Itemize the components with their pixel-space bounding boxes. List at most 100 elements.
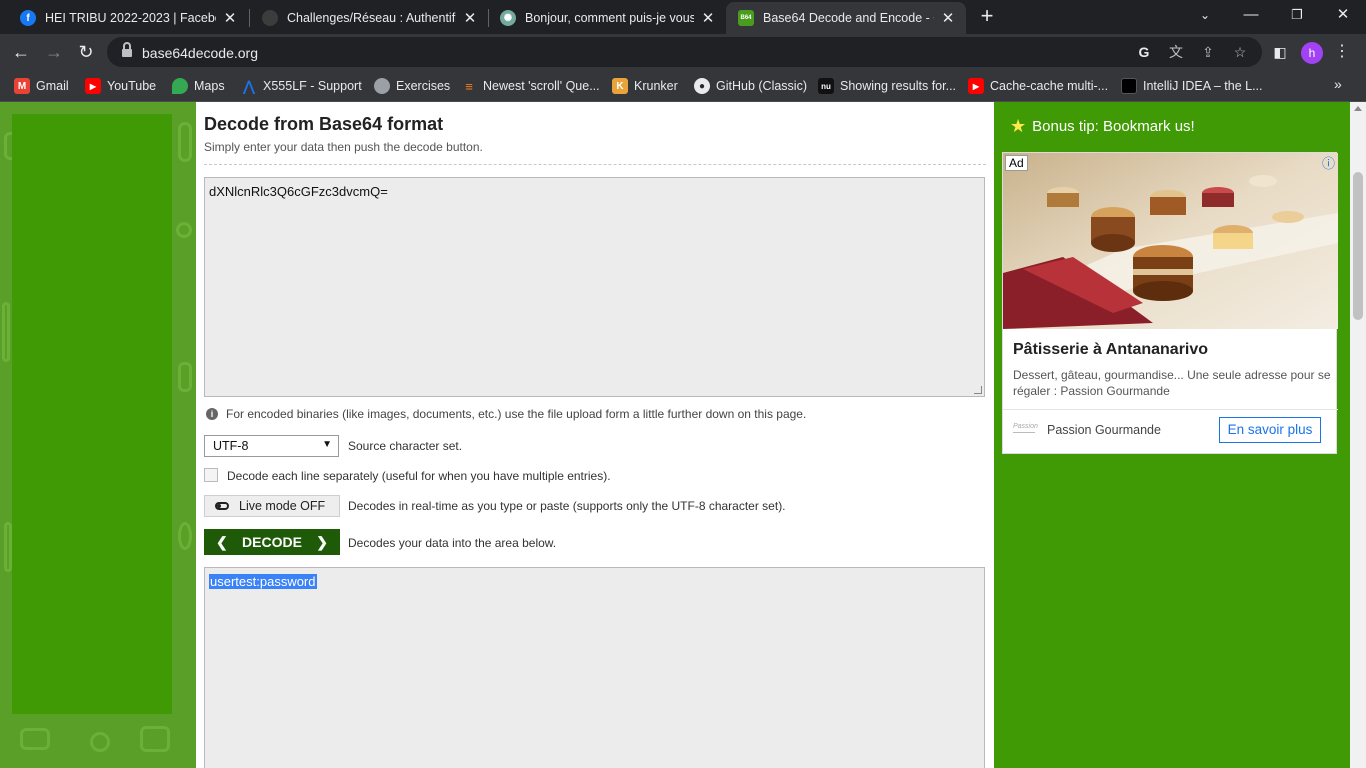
bookmark-label: Exercises [396,79,451,93]
bookmark-asus-support[interactable]: ⋀ X555LF - Support [241,76,362,96]
bookmark-github[interactable]: ● GitHub (Classic) [694,76,807,96]
profile-avatar[interactable]: h [1301,42,1323,64]
bookmark-label: Showing results for... [840,79,957,93]
minimize-icon[interactable]: — [1241,4,1261,26]
tab-title: Bonjour, comment puis-je vous a [525,11,694,25]
chevron-down-icon: ▼ [322,439,332,450]
forward-icon[interactable]: → [42,40,66,64]
bookmark-label: Gmail [36,79,69,93]
live-mode-toggle[interactable]: Live mode OFF [204,495,340,517]
bookmark-label: YouTube [107,79,157,93]
stackoverflow-icon: ≡ [465,78,473,94]
web-page: Decode from Base64 format Simply enter y… [0,102,1366,768]
bookmark-star-icon[interactable]: ☆ [1232,44,1248,60]
close-tab-icon[interactable]: ✕ [222,9,238,27]
bookmark-maps[interactable]: Maps [172,76,225,96]
google-lens-icon[interactable]: G [1136,44,1152,60]
checkbox-label[interactable]: Decode each line separately (useful for … [227,469,611,483]
address-bar[interactable]: base64decode.org G 文 ⇪ ☆ [107,37,1262,67]
facebook-icon: f [20,10,36,26]
tab-rootme[interactable]: Challenges/Réseau : Authentificat ✕ [250,2,488,34]
maps-icon [172,78,188,94]
close-window-icon[interactable]: ✕ [1333,4,1353,26]
output-text-selected[interactable]: usertest:password [209,574,317,589]
chevron-left-icon: ❮ [216,533,228,550]
base64-icon: B64 [738,10,754,26]
bookmark-intellij[interactable]: IntelliJ IDEA – the L... [1121,76,1263,96]
sidebar-ad[interactable]: Ad ⓘ Pâtisserie à Antananarivo Dessert, … [1002,152,1338,454]
bookmark-label: Newest 'scroll' Que... [483,79,600,93]
tab-title: HEI TRIBU 2022-2023 | Facebook [45,11,216,25]
info-icon: i [206,408,218,420]
decode-button[interactable]: ❮ DECODE ❯ [204,529,340,555]
pastry-image[interactable]: Ad ⓘ [1003,153,1338,329]
gmail-icon: M [14,78,30,94]
ad-title[interactable]: Pâtisserie à Antananarivo [1013,341,1208,359]
more-bookmarks-icon[interactable]: » [1334,76,1342,92]
brand-logo: Passion [1013,423,1038,433]
scroll-up-icon[interactable] [1354,106,1362,111]
decode-lines-checkbox[interactable] [204,468,218,482]
back-icon[interactable]: ← [9,40,33,64]
tab-title: Challenges/Réseau : Authentificat [287,11,456,25]
ad-badge: Ad [1005,155,1028,171]
left-ad-banner[interactable] [12,114,172,714]
bookmark-label: Maps [194,79,225,93]
intellij-icon [1121,78,1137,94]
tip-text: Bonus tip: Bookmark us! [1032,118,1195,135]
chevron-right-icon: ❯ [316,533,328,550]
close-tab-icon[interactable]: ✕ [462,9,478,27]
page-title: Decode from Base64 format [204,114,444,134]
decoded-output-textarea[interactable]: usertest:password [204,567,985,768]
divider [204,164,986,165]
tab-strip: f HEI TRIBU 2022-2023 | Facebook ✕ Chall… [0,0,1366,34]
page-scrollbar[interactable] [1350,102,1366,768]
url-text[interactable]: base64decode.org [142,45,258,61]
github-icon: ● [694,78,710,94]
charset-value: UTF-8 [213,439,249,453]
page-subtitle: Simply enter your data then push the dec… [204,140,483,154]
tab-facebook[interactable]: f HEI TRIBU 2022-2023 | Facebook ✕ [8,2,248,34]
bookmark-nu[interactable]: nu Showing results for... [818,76,956,96]
info-text: For encoded binaries (like images, docum… [226,407,807,421]
ad-divider [1003,409,1338,410]
charset-select[interactable]: UTF-8 ▼ [204,435,339,457]
toggle-icon [215,502,229,510]
kebab-menu-icon[interactable]: ⋮ [1334,40,1350,64]
bookmark-krunker[interactable]: K Krunker [612,76,678,96]
ad-description[interactable]: Dessert, gâteau, gourmandise... Une seul… [1013,367,1331,399]
decode-description: Decodes your data into the area below. [348,536,557,550]
decode-label: DECODE [242,534,302,550]
close-tab-icon[interactable]: ✕ [700,9,716,27]
translate-icon[interactable]: 文 [1168,44,1184,60]
learn-more-button[interactable]: En savoir plus [1219,417,1321,443]
bookmark-label: Cache-cache multi-... [990,79,1109,93]
tab-chatgpt[interactable]: ✺ Bonjour, comment puis-je vous a ✕ [488,2,726,34]
reload-icon[interactable]: ↻ [74,40,98,64]
star-icon: ★ [1010,116,1027,136]
side-panel-icon[interactable]: ◧ [1268,40,1292,64]
restore-icon[interactable]: ❐ [1287,4,1307,26]
tab-search-icon[interactable]: ⌄ [1195,4,1215,26]
bookmark-youtube-cache[interactable]: ▶ Cache-cache multi-... [968,76,1108,96]
lock-icon[interactable] [122,42,132,58]
bookmark-stackoverflow[interactable]: ≡ Newest 'scroll' Que... [461,76,600,96]
tab-base64[interactable]: B64 Base64 Decode and Encode - On ✕ [726,2,966,34]
bookmark-label: X555LF - Support [263,79,362,93]
bookmark-label: GitHub (Classic) [716,79,807,93]
bookmark-exercises[interactable]: Exercises [374,76,450,96]
bookmark-gmail[interactable]: M Gmail [14,76,69,96]
close-tab-icon[interactable]: ✕ [940,9,956,27]
encoded-input-textarea[interactable]: dXNlcnRlc3Q6cGFzc3dvcmQ= [204,177,985,397]
scrollbar-thumb[interactable] [1353,172,1363,320]
ad-brand[interactable]: Passion Gourmande [1047,423,1161,437]
bookmark-youtube[interactable]: ▶ YouTube [85,76,156,96]
share-icon[interactable]: ⇪ [1200,44,1216,60]
new-tab-button[interactable]: + [975,5,999,29]
info-note: i For encoded binaries (like images, doc… [206,407,806,421]
ad-info-icon[interactable]: ⓘ [1322,153,1335,172]
live-mode-description: Decodes in real-time as you type or past… [348,499,786,513]
resize-handle[interactable] [974,386,982,394]
globe-icon [374,78,390,94]
bonus-tip: ★ Bonus tip: Bookmark us! [1010,116,1195,137]
